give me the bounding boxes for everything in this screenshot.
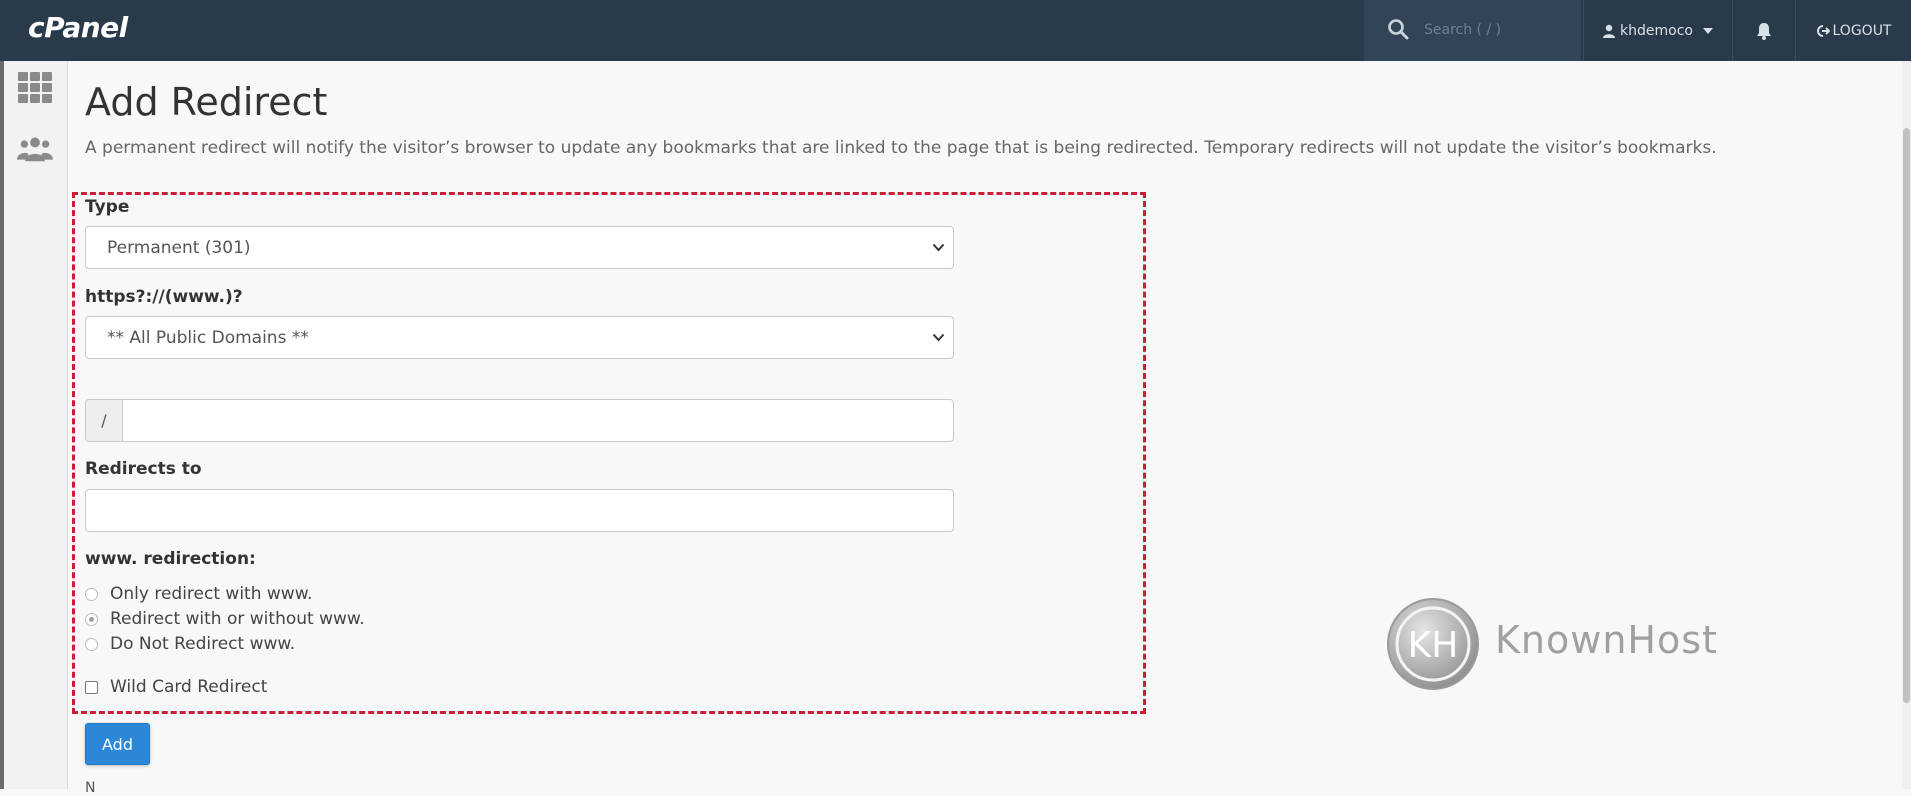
type-label: Type — [85, 197, 130, 217]
knownhost-monogram: KH — [1408, 625, 1459, 666]
page-description: A permanent redirect will notify the vis… — [85, 138, 1717, 158]
user-icon — [1603, 24, 1616, 38]
window-edge — [0, 61, 4, 789]
domain-select-value: ** All Public Domains ** — [107, 327, 309, 348]
grid-icon[interactable] — [17, 71, 53, 105]
chevron-down-icon — [932, 243, 945, 252]
path-input-group: / — [85, 399, 954, 442]
scrollbar-thumb[interactable] — [1903, 128, 1910, 703]
search-box — [1364, 0, 1581, 61]
bell-icon — [1756, 22, 1771, 40]
radio-button[interactable] — [85, 637, 98, 651]
top-navbar: cPanel khdemoco LOGOUT — [0, 0, 1911, 61]
notifications-button[interactable] — [1732, 0, 1794, 61]
path-prefix: / — [86, 400, 123, 441]
chevron-down-icon — [932, 333, 945, 342]
logout-icon — [1816, 24, 1830, 37]
knownhost-logo-icon: KH — [1387, 598, 1479, 690]
radio-with-or-without-www[interactable]: Redirect with or without www. — [85, 609, 365, 629]
radio-label: Only redirect with www. — [110, 584, 313, 604]
redirects-to-input[interactable] — [85, 489, 954, 532]
radio-button[interactable] — [85, 587, 98, 601]
knownhost-brand-text: KnownHost — [1495, 618, 1718, 662]
username-label: khdemoco — [1620, 22, 1693, 39]
user-menu[interactable]: khdemoco — [1583, 0, 1731, 61]
page-title: Add Redirect — [85, 80, 328, 124]
search-icon — [1388, 19, 1409, 40]
type-select[interactable]: Permanent (301) — [85, 226, 954, 269]
logout-button[interactable]: LOGOUT — [1795, 0, 1911, 61]
users-icon[interactable] — [17, 132, 53, 166]
search-input[interactable] — [1418, 16, 1568, 44]
chevron-down-icon — [1702, 27, 1713, 34]
wildcard-checkbox[interactable] — [85, 680, 98, 694]
wildcard-redirect-option[interactable]: Wild Card Redirect — [85, 677, 267, 697]
radio-button-selected[interactable] — [85, 612, 98, 626]
domain-select[interactable]: ** All Public Domains ** — [85, 316, 954, 359]
sidebar — [0, 61, 68, 789]
type-select-value: Permanent (301) — [107, 237, 251, 258]
domain-label: https?://(www.)? — [85, 287, 243, 307]
radio-label: Do Not Redirect www. — [110, 634, 296, 654]
add-button[interactable]: Add — [85, 723, 150, 765]
wildcard-label: Wild Card Redirect — [110, 677, 268, 697]
redirects-to-label: Redirects to — [85, 459, 202, 479]
cpanel-logo[interactable]: cPanel — [28, 11, 128, 44]
www-redirection-label: www. redirection: — [85, 549, 256, 569]
radio-only-www[interactable]: Only redirect with www. — [85, 584, 312, 604]
radio-label: Redirect with or without www. — [110, 609, 365, 629]
truncated-text: N — [85, 780, 96, 796]
logout-label: LOGOUT — [1832, 22, 1892, 39]
radio-do-not-redirect-www[interactable]: Do Not Redirect www. — [85, 634, 295, 654]
path-input[interactable] — [124, 400, 953, 441]
